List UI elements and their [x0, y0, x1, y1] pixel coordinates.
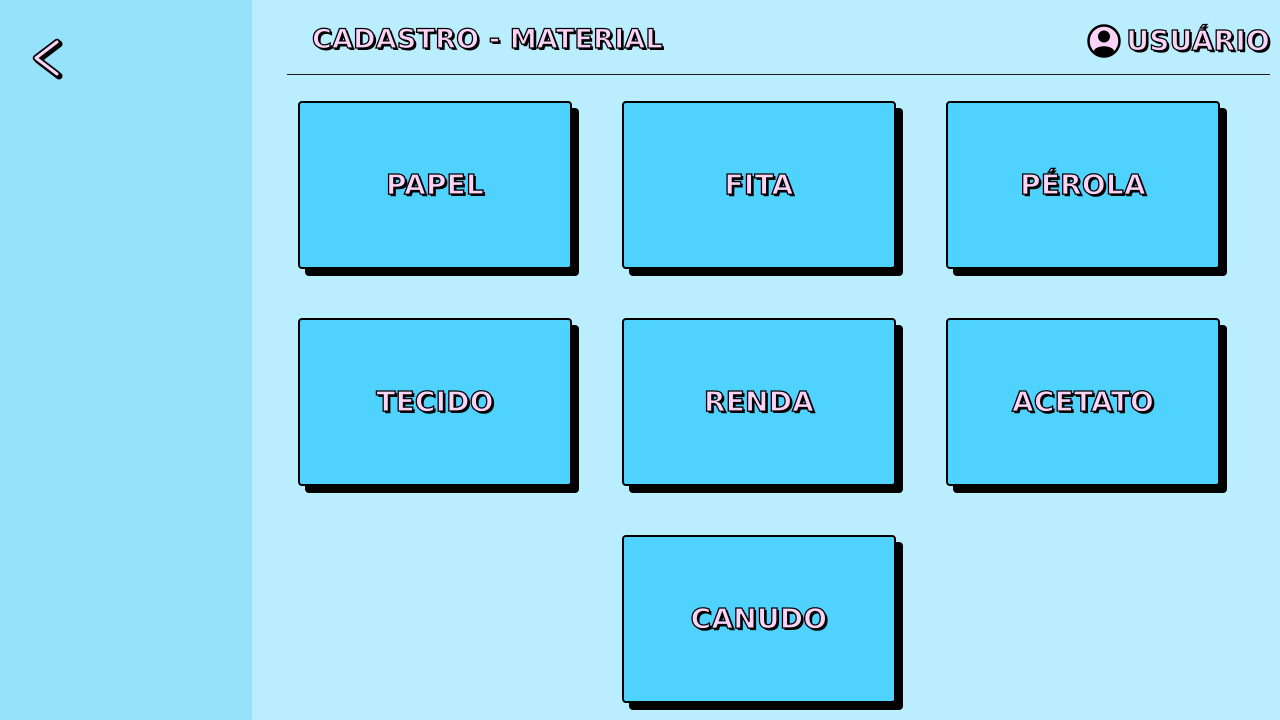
material-card-acetato[interactable]: ACETATO [946, 318, 1220, 486]
page-title: CADASTRO - MATERIAL [311, 23, 663, 55]
material-card-label: RENDA [703, 384, 815, 418]
user-label: USUÁRIO [1126, 23, 1271, 57]
material-card-renda[interactable]: RENDA [622, 318, 896, 486]
material-card-papel[interactable]: PAPEL [298, 101, 572, 269]
material-card-label: PÉROLA [1019, 167, 1146, 201]
material-card-label: FITA [724, 167, 794, 201]
material-card-label: PAPEL [385, 167, 485, 201]
material-card-canudo[interactable]: CANUDO [622, 535, 896, 703]
user-circle-icon [1087, 24, 1122, 58]
header-divider [287, 74, 1270, 75]
back-button[interactable] [26, 36, 66, 80]
material-card-tecido[interactable]: TECIDO [298, 318, 572, 486]
material-card-label: ACETATO [1011, 384, 1155, 418]
sidebar [0, 0, 252, 720]
material-card-label: TECIDO [376, 384, 495, 418]
material-card-perola[interactable]: PÉROLA [946, 101, 1220, 269]
material-card-label: CANUDO [690, 601, 828, 635]
chevron-left-icon [32, 38, 63, 80]
user-menu[interactable]: USUÁRIO [1087, 22, 1270, 60]
material-card-fita[interactable]: FITA [622, 101, 896, 269]
